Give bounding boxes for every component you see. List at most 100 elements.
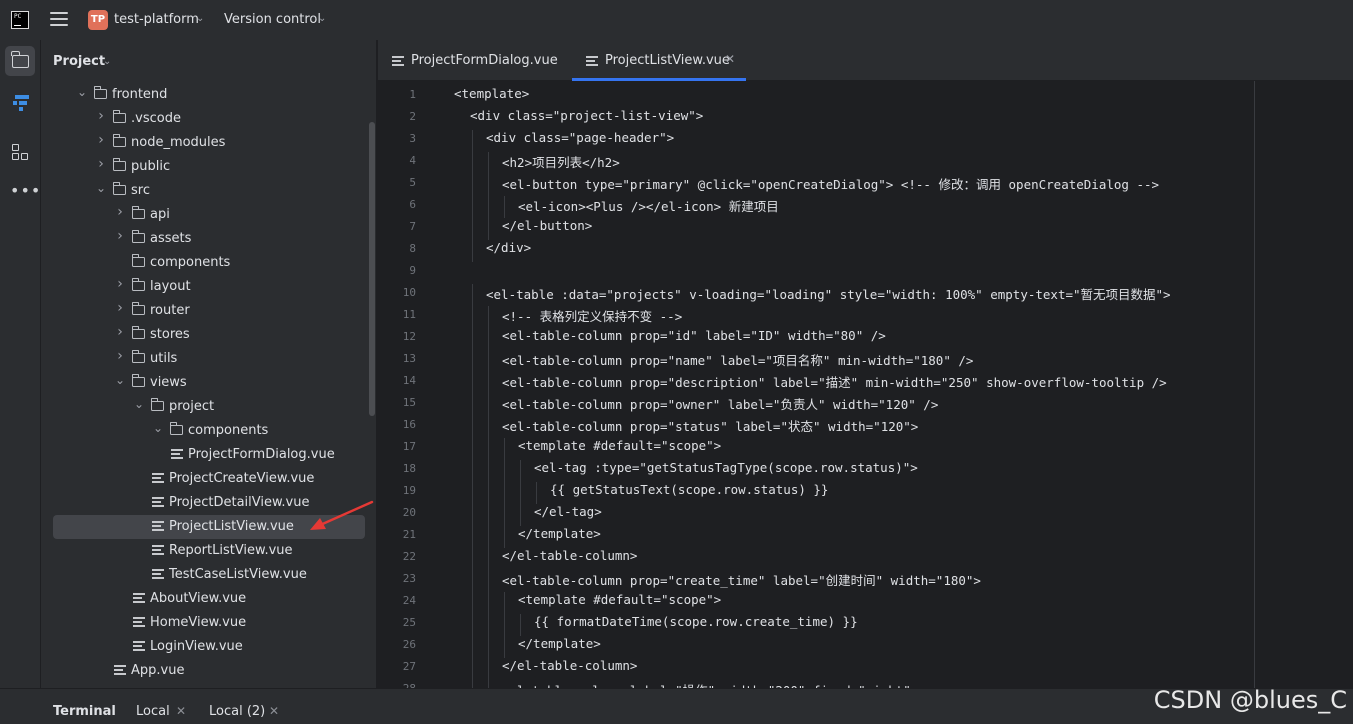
code-line: </el-table-column> (502, 548, 638, 563)
tree-folder[interactable]: components (41, 251, 376, 275)
tree-item-label: App.vue (131, 663, 185, 678)
close-icon[interactable]: ✕ (725, 52, 735, 66)
chevron-right-icon[interactable]: › (96, 156, 106, 172)
vertical-scrollbar[interactable] (369, 122, 375, 416)
editor-tab-bar: ProjectFormDialog.vue ProjectListView.vu… (378, 40, 1353, 81)
code-line: </el-button> (502, 218, 593, 233)
close-icon[interactable]: ✕ (176, 704, 186, 718)
annotation-arrow (310, 500, 374, 530)
chevron-right-icon[interactable]: › (115, 348, 125, 364)
line-number: 12 (402, 330, 416, 343)
chevron-down-icon[interactable]: ⌄ (196, 13, 204, 24)
tree-folder[interactable]: › stores (41, 323, 376, 347)
version-control-menu[interactable]: Version control (224, 12, 321, 27)
tree-file[interactable]: App.vue (41, 659, 376, 683)
tree-file[interactable]: TestCaseListView.vue (41, 563, 376, 587)
terminal-title[interactable]: Terminal (53, 704, 116, 719)
tree-folder[interactable]: ⌄ views (41, 371, 376, 395)
line-number: 8 (409, 242, 416, 255)
project-badge[interactable]: TP (88, 10, 108, 30)
tree-folder[interactable]: › api (41, 203, 376, 227)
chevron-down-icon[interactable]: ⌄ (103, 56, 111, 67)
folder-icon (112, 182, 126, 195)
tree-folder[interactable]: › node_modules (41, 131, 376, 155)
tree-folder[interactable]: › router (41, 299, 376, 323)
chevron-down-icon[interactable]: ⌄ (96, 181, 106, 195)
tree-item-label: components (188, 423, 269, 438)
code-line: <el-icon><Plus /></el-icon> 新建项目 (518, 199, 779, 214)
vue-file-icon (152, 569, 164, 580)
project-name[interactable]: test-platform (114, 12, 199, 27)
tree-folder[interactable]: › .vscode (41, 107, 376, 131)
tree-item-label: LoginView.vue (150, 639, 243, 654)
terminal-tab-local[interactable]: Local (136, 704, 170, 719)
code-line: <el-table-column prop="id" label="ID" wi… (502, 328, 886, 343)
tab-projectlistview[interactable]: ProjectListView.vue ✕ (572, 40, 746, 81)
tree-item-label: frontend (112, 87, 168, 102)
right-margin-guide (1254, 81, 1255, 688)
tab-label: ProjectFormDialog.vue (411, 53, 558, 68)
tree-folder[interactable]: ⌄ src (41, 179, 376, 203)
watermark: CSDN @blues_C (1153, 686, 1347, 714)
tree-file[interactable]: LoginView.vue (41, 635, 376, 659)
folder-icon (169, 422, 183, 435)
tree-folder[interactable]: ⌄ components (41, 419, 376, 443)
code-line: <el-table :data="projects" v-loading="lo… (486, 287, 1171, 302)
line-number: 18 (402, 462, 416, 475)
chevron-right-icon[interactable]: › (96, 132, 106, 148)
chevron-right-icon[interactable]: › (115, 228, 125, 244)
chevron-down-icon[interactable]: ⌄ (115, 373, 125, 387)
line-number: 11 (402, 308, 416, 321)
code-line: </div> (486, 240, 532, 255)
line-number: 25 (402, 616, 416, 629)
tree-folder[interactable]: ⌄ project (41, 395, 376, 419)
chevron-right-icon[interactable]: › (96, 108, 106, 124)
tool-window-strip: ••• (0, 40, 41, 688)
code-line: </el-tag> (534, 504, 602, 519)
structure-tool-button[interactable] (5, 85, 35, 115)
chevron-down-icon[interactable]: ⌄ (134, 397, 144, 411)
tree-file[interactable]: AboutView.vue (41, 587, 376, 611)
tree-folder[interactable]: › layout (41, 275, 376, 299)
line-number: 22 (402, 550, 416, 563)
tree-item-label: views (150, 375, 187, 390)
folder-icon (131, 302, 145, 315)
tree-file[interactable]: HomeView.vue (41, 611, 376, 635)
tree-file[interactable]: ProjectFormDialog.vue (41, 443, 376, 467)
tree-folder[interactable]: › public (41, 155, 376, 179)
folder-icon (131, 206, 145, 219)
chevron-right-icon[interactable]: › (115, 324, 125, 340)
vue-file-icon (133, 641, 145, 652)
chevron-down-icon[interactable]: ⌄ (153, 421, 163, 435)
chevron-right-icon[interactable]: › (115, 276, 125, 292)
project-panel: Project ⌄ ⌄ frontend › .vscode › node_modules… (41, 40, 377, 688)
close-icon[interactable]: ✕ (269, 704, 279, 718)
tab-projectformdialog[interactable]: ProjectFormDialog.vue (392, 40, 562, 81)
terminal-tab-local-2[interactable]: Local (2) (209, 704, 265, 719)
project-tool-button[interactable] (5, 46, 35, 76)
pycharm-logo-icon[interactable]: PC (11, 11, 29, 29)
folder-icon (131, 374, 145, 387)
tree-file[interactable]: ReportListView.vue (41, 539, 376, 563)
vue-file-icon (152, 521, 164, 532)
tree-folder[interactable]: ⌄ frontend (41, 83, 376, 107)
line-number: 26 (402, 638, 416, 651)
more-icon: ••• (10, 181, 42, 200)
tree-folder[interactable]: › utils (41, 347, 376, 371)
line-number: 2 (409, 110, 416, 123)
chevron-right-icon[interactable]: › (115, 204, 125, 220)
chevron-right-icon[interactable]: › (115, 300, 125, 316)
tree-folder[interactable]: › assets (41, 227, 376, 251)
main-menu-icon[interactable] (50, 12, 68, 28)
folder-icon (131, 326, 145, 339)
plugins-tool-button[interactable] (5, 137, 35, 167)
folder-icon (150, 398, 164, 411)
chevron-down-icon[interactable]: ⌄ (77, 85, 87, 99)
panel-title[interactable]: Project (53, 54, 105, 69)
tree-file[interactable]: ProjectCreateView.vue (41, 467, 376, 491)
line-number: 6 (409, 198, 416, 211)
more-tools-button[interactable]: ••• (5, 176, 40, 206)
chevron-down-icon[interactable]: ⌄ (318, 13, 326, 24)
line-number: 4 (409, 154, 416, 167)
code-editor[interactable]: 1 2 3 4 5 6 7 8 9 10 11 12 13 14 15 16 17 18 19 20 21 22 23 24 2… (378, 81, 1353, 688)
